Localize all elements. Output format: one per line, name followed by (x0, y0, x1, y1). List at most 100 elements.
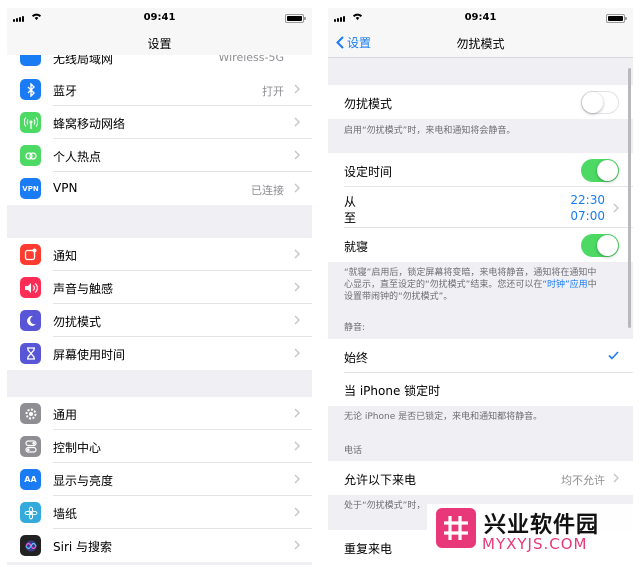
settings-row-wallpaper[interactable]: 墙纸 (7, 496, 312, 529)
locked-label: 当 iPhone 锁定时 (344, 384, 441, 398)
allow-calls-label: 允许以下来电 (344, 473, 417, 487)
settings-row-vpn[interactable]: VPN VPN 已连接 (7, 172, 312, 205)
settings-row-control-center[interactable]: 控制中心 (7, 430, 312, 463)
schedule-time-row[interactable]: 从 至 22:30 07:00 (328, 187, 633, 228)
row-label: 蓝牙 (53, 84, 78, 98)
battery-icon (285, 14, 306, 23)
locked-note: 无论 iPhone 是否已锁定，来电和通知都将静音。 (344, 412, 543, 422)
scrollbar[interactable] (628, 68, 631, 328)
repeated-calls-label: 重复来电 (344, 542, 393, 556)
bedtime-label: 就寝 (344, 240, 369, 254)
cellular-icon (20, 112, 41, 133)
scheduled-label: 设定时间 (344, 165, 393, 179)
bedtime-note-line-3: 设置带闹钟的“勿扰模式”。 (344, 292, 453, 302)
settings-row-display[interactable]: AA 显示与亮度 (7, 463, 312, 496)
settings-row-bluetooth[interactable]: 蓝牙 打开 (7, 73, 312, 106)
hotspot-icon (20, 145, 41, 166)
chevron-right-icon (294, 408, 300, 418)
bluetooth-icon (20, 79, 41, 100)
chevron-right-icon (613, 473, 619, 483)
chevron-right-icon (294, 441, 300, 451)
gear-icon (20, 403, 41, 424)
row-value: 已连接 (251, 184, 284, 197)
watermark-url: MYXYJS.COM (482, 535, 588, 553)
settings-row-siri[interactable]: Siri 与搜索 (7, 529, 312, 562)
row-label: 通知 (53, 249, 78, 263)
settings-row-wifi[interactable]: 无线局域网 Wireless-5G (7, 55, 312, 73)
bedtime-note-line-2: 心显示，直至设定的“勿扰模式”结束。您还可以在 (344, 280, 543, 290)
dnd-row: 勿扰模式 (328, 85, 633, 119)
settings-row-hotspot[interactable]: 个人热点 (7, 139, 312, 172)
page-title: 设置 (147, 37, 172, 51)
status-bar: 09:41 (328, 8, 633, 28)
checkmark-icon (608, 351, 619, 360)
bedtime-note-line-1: “就寝”启用后，锁定屏幕将变暗，来电将静音，通知将在通知中 (344, 268, 597, 278)
settings-row-cellular[interactable]: 蜂窝移动网络 (7, 106, 312, 139)
row-label: 勿扰模式 (53, 315, 102, 329)
wallpaper-icon (20, 502, 41, 523)
row-label: 控制中心 (53, 441, 102, 455)
row-value: 打开 (262, 85, 284, 98)
dnd-note: 启用“勿扰模式”时，来电和通知将会静音。 (344, 126, 516, 136)
chevron-right-icon (294, 540, 300, 550)
siri-icon (20, 535, 41, 556)
battery-icon (606, 14, 627, 23)
chevron-right-icon (294, 348, 300, 358)
row-label: 通用 (53, 408, 78, 422)
allow-calls-value: 均不允许 (561, 474, 605, 487)
status-time: 09:41 (143, 12, 176, 23)
bedtime-note-line-2-end: 中 (587, 280, 597, 290)
chevron-right-icon (294, 507, 300, 517)
settings-row-sounds[interactable]: 声音与触感 (7, 271, 312, 304)
to-time: 07:00 (570, 209, 605, 223)
chevron-right-icon (294, 249, 300, 259)
from-time: 22:30 (570, 193, 605, 207)
settings-row-screen-time[interactable]: 屏幕使用时间 (7, 337, 312, 370)
settings-row-notifications[interactable]: 通知 (7, 238, 312, 271)
chevron-right-icon (294, 183, 300, 193)
row-label: 声音与触感 (53, 282, 114, 296)
silence-locked-row[interactable]: 当 iPhone 锁定时 (328, 373, 633, 406)
row-label: VPN (53, 181, 78, 195)
dnd-toggle[interactable] (581, 91, 619, 114)
moon-icon (20, 310, 41, 331)
chevron-right-icon (294, 150, 300, 160)
speaker-icon (20, 277, 41, 298)
chevron-right-icon (294, 474, 300, 484)
settings-row-general[interactable]: 通用 (7, 397, 312, 430)
row-label: 屏幕使用时间 (53, 348, 126, 362)
row-label: 蜂窝移动网络 (53, 117, 126, 131)
row-label: 无线局域网 (53, 55, 114, 66)
scheduled-row: 设定时间 (328, 153, 633, 187)
chevron-right-icon (294, 117, 300, 127)
silence-header: 静音: (344, 323, 366, 333)
nav-bar: 设置 勿扰模式 (328, 28, 633, 58)
allow-calls-row[interactable]: 允许以下来电 均不允许 (328, 461, 633, 495)
dnd-label: 勿扰模式 (344, 97, 393, 111)
row-label: Siri 与搜索 (53, 540, 113, 554)
watermark-logo-icon (436, 508, 476, 548)
row-label: 个人热点 (53, 150, 102, 164)
vpn-icon: VPN (20, 178, 41, 199)
clock-app-link[interactable]: “时钟”应用 (542, 280, 587, 290)
do-not-disturb-screen: 09:41 设置 勿扰模式 勿扰模式 启用“勿扰模式”时，来电和通知将会静音。 … (328, 8, 633, 565)
display-icon: AA (20, 469, 41, 490)
hourglass-icon (20, 343, 41, 364)
bedtime-note: “就寝”启用后，锁定屏幕将变暗，来电将静音，通知将在通知中 心显示，直至设定的“… (344, 267, 623, 303)
settings-row-do-not-disturb[interactable]: 勿扰模式 (7, 304, 312, 337)
row-value: Wireless-5G (218, 55, 284, 64)
page-title: 勿扰模式 (456, 37, 505, 51)
row-label: 显示与亮度 (53, 474, 114, 488)
status-bar: 09:41 (7, 8, 312, 28)
control-center-icon (20, 436, 41, 457)
always-label: 始终 (344, 351, 369, 365)
bedtime-toggle[interactable] (581, 234, 619, 257)
chevron-right-icon (294, 315, 300, 325)
to-label: 至 (344, 211, 357, 225)
notifications-icon (20, 244, 41, 265)
phone-header: 电话 (344, 446, 363, 456)
nav-bar: 设置 (7, 28, 312, 58)
silence-always-row[interactable]: 始终 (328, 339, 633, 373)
scheduled-toggle[interactable] (581, 159, 619, 182)
row-label: 墙纸 (53, 507, 78, 521)
